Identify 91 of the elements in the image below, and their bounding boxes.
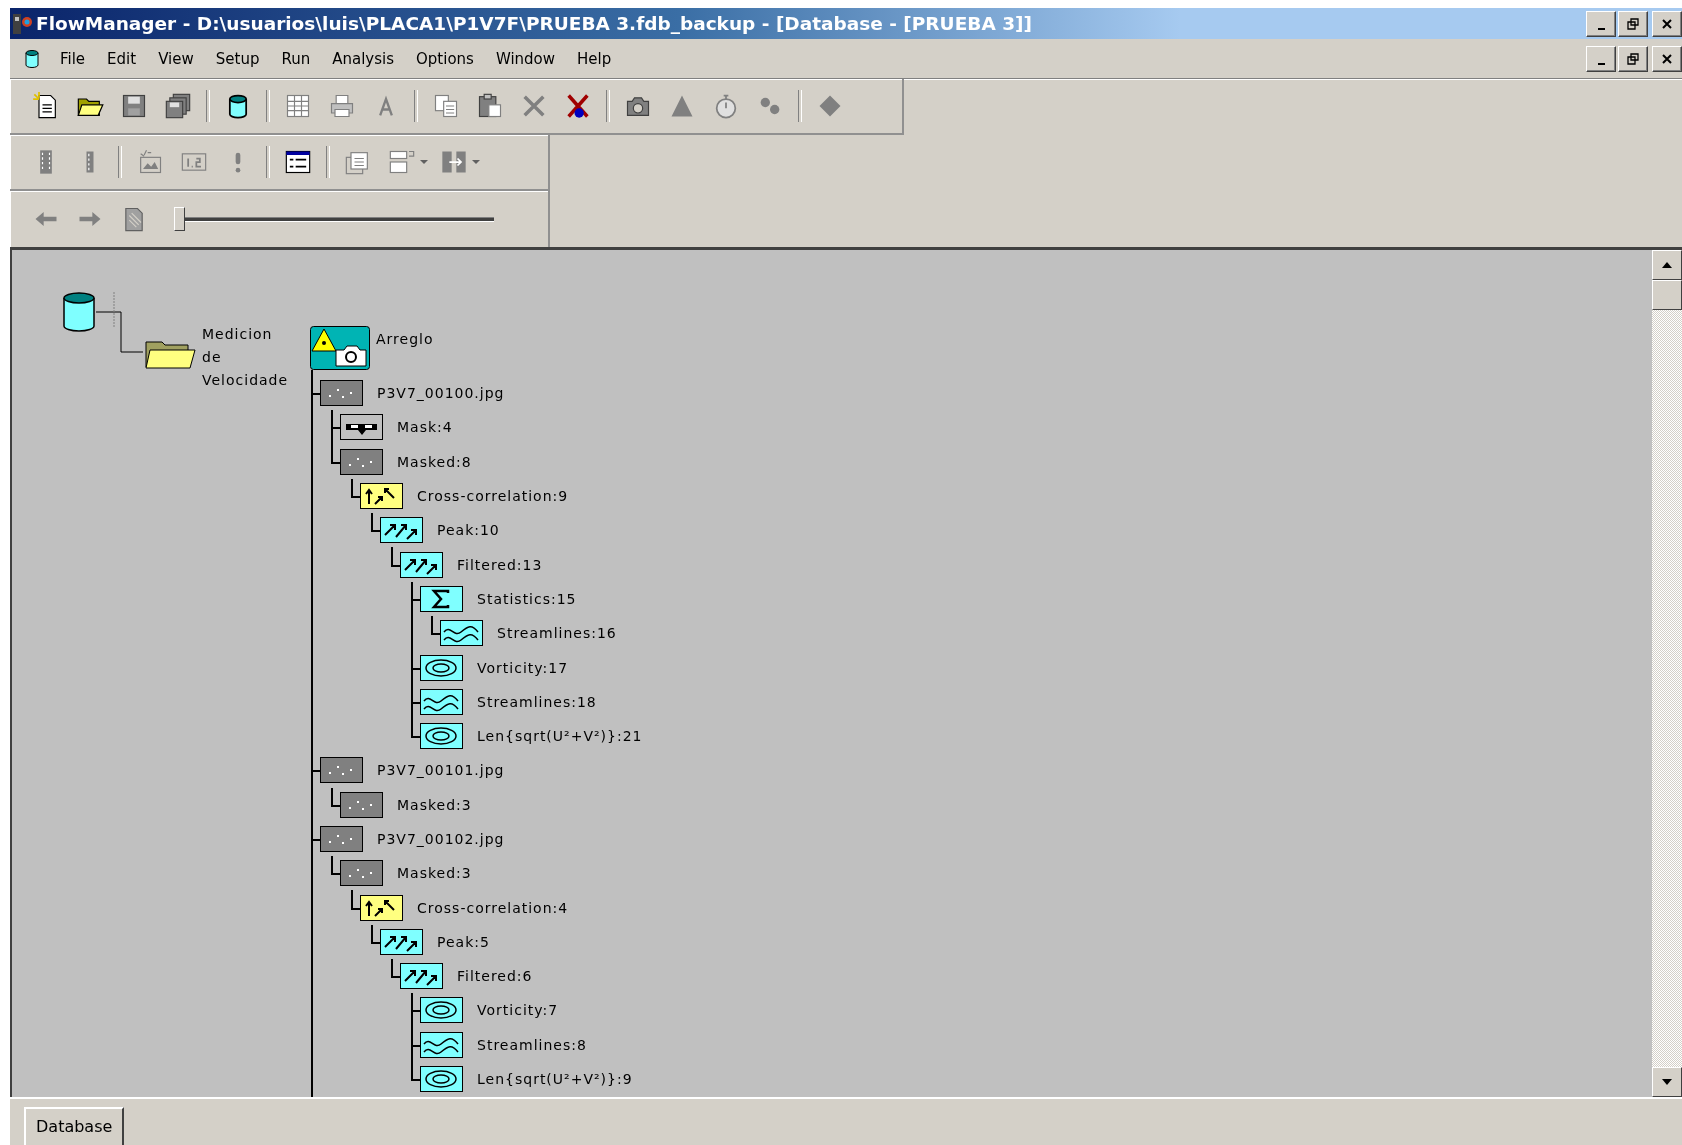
tree-label[interactable]: P3V7_00102.jpg: [377, 831, 505, 847]
database-icon[interactable]: [62, 292, 96, 332]
tree-label[interactable]: Streamlines:18: [477, 693, 597, 710]
tree-label[interactable]: Medicion de Velocidade: [202, 323, 306, 392]
vector-node-icon[interactable]: [380, 928, 423, 955]
tree-label[interactable]: Len{sqrt(U²+V²)}:9: [477, 1071, 633, 1088]
streamlines-node-icon[interactable]: [440, 620, 483, 647]
tree-label[interactable]: P3V7_00100.jpg: [377, 385, 505, 402]
frame-slider[interactable]: [174, 204, 494, 234]
minimize-button[interactable]: [1586, 45, 1616, 72]
menu-item[interactable]: Setup: [204, 49, 271, 68]
minimize-icon: [1597, 27, 1605, 30]
folder-icon[interactable]: [144, 338, 196, 370]
up-arrow-icon: [1662, 262, 1672, 268]
image-node-icon[interactable]: [320, 380, 363, 407]
minimize-button[interactable]: [1586, 10, 1616, 37]
image-node-icon[interactable]: [320, 826, 363, 852]
contour-node-icon[interactable]: [420, 1066, 463, 1093]
menu-item[interactable]: Edit: [96, 49, 148, 68]
tree-label[interactable]: Mask:4: [397, 419, 453, 436]
menu-item[interactable]: Window: [484, 49, 567, 68]
menu-item[interactable]: View: [147, 49, 205, 68]
tree-label[interactable]: Arreglo: [376, 331, 434, 347]
image-node-icon[interactable]: [320, 757, 363, 784]
menu-item[interactable]: File: [49, 49, 97, 68]
vertical-scrollbar[interactable]: [1652, 250, 1682, 1097]
vector-node-icon[interactable]: [380, 517, 423, 544]
scroll-up-button[interactable]: [1652, 250, 1682, 280]
printer-icon[interactable]: [328, 92, 356, 120]
tree-label[interactable]: Vorticity:17: [477, 659, 569, 676]
image-node-icon[interactable]: [340, 791, 383, 818]
database-tab[interactable]: Database: [24, 1107, 125, 1145]
slider-thumb[interactable]: [174, 207, 185, 231]
contour-node-icon[interactable]: [420, 654, 463, 681]
correlation-node-icon[interactable]: [360, 894, 403, 921]
menu-item[interactable]: Run: [270, 49, 322, 68]
tree-label[interactable]: Cross-correlation:4: [417, 899, 569, 916]
tree-connector-line: [96, 292, 144, 353]
close-icon: [1661, 17, 1673, 30]
layout-icon[interactable]: [388, 148, 416, 176]
restore-icon: [1627, 17, 1639, 30]
tree-label[interactable]: Masked:8: [397, 453, 472, 470]
vector-node-icon[interactable]: [400, 963, 443, 990]
window-title: FlowManager - D:\usuarios\luis\PLACA1\P1V7F\PRUEBA 3.fdb_backup - [Database - [PRUEBA 3]]: [36, 13, 1032, 34]
mask-node-icon[interactable]: [340, 414, 383, 441]
image-node-icon[interactable]: [340, 448, 383, 475]
tree-label[interactable]: P3V7_00101.jpg: [377, 762, 505, 779]
app-icon: [12, 11, 34, 36]
minimize-icon: [1597, 62, 1605, 65]
down-arrow-icon: [1662, 1079, 1672, 1085]
tree-label[interactable]: Len{sqrt(U²+V²)}:21: [477, 728, 643, 745]
tree-label[interactable]: Masked:3: [397, 796, 472, 813]
contour-node-icon[interactable]: [420, 997, 463, 1024]
streamlines-node-icon[interactable]: [420, 688, 463, 715]
scroll-down-button[interactable]: [1652, 1067, 1682, 1097]
tree-label[interactable]: Cross-correlation:9: [417, 488, 569, 505]
correlation-node-icon[interactable]: [360, 483, 403, 510]
copy-icon[interactable]: [432, 92, 460, 120]
menu-item[interactable]: Analysis: [321, 49, 406, 68]
save-icon[interactable]: [120, 92, 148, 120]
vector-node-icon[interactable]: [400, 551, 443, 578]
close-button[interactable]: [1652, 45, 1682, 72]
save-all-icon[interactable]: [164, 92, 192, 120]
tree-label[interactable]: Filtered:6: [457, 968, 533, 985]
project-icon[interactable]: [310, 326, 370, 370]
contour-node-icon[interactable]: [420, 723, 463, 750]
menu-item[interactable]: Options: [405, 49, 485, 68]
close-button[interactable]: [1652, 10, 1682, 37]
close-icon: [1661, 52, 1673, 65]
tree-label[interactable]: Peak:10: [437, 522, 500, 539]
tree-label[interactable]: Statistics:15: [477, 590, 577, 607]
tree-label[interactable]: Filtered:13: [457, 556, 543, 573]
window-list-icon[interactable]: [284, 148, 312, 176]
caret-icon[interactable]: [472, 160, 480, 164]
scroll-thumb[interactable]: [1652, 280, 1682, 310]
database-icon: [24, 48, 40, 69]
restore-icon: [1627, 52, 1639, 65]
tree-label[interactable]: Streamlines:16: [497, 625, 617, 642]
menu-item[interactable]: Help: [566, 49, 623, 68]
caret-icon[interactable]: [420, 160, 428, 164]
restore-button[interactable]: [1618, 45, 1648, 72]
streamlines-node-icon[interactable]: [420, 1031, 463, 1058]
tree-label[interactable]: Masked:3: [397, 865, 472, 882]
restore-button[interactable]: [1618, 10, 1648, 37]
sigma-node-icon[interactable]: [420, 585, 463, 612]
tree-label[interactable]: Streamlines:8: [477, 1036, 587, 1053]
tree-label[interactable]: Peak:5: [437, 933, 490, 950]
grid-icon[interactable]: [284, 92, 312, 120]
image-node-icon[interactable]: [340, 860, 383, 887]
tree-label[interactable]: Vorticity:7: [477, 1002, 559, 1019]
paste-icon[interactable]: [476, 92, 504, 120]
